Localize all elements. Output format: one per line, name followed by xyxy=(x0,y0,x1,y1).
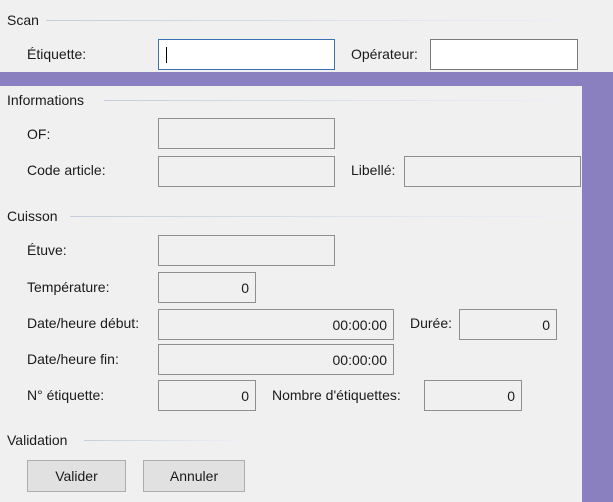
scan-panel: Scan Étiquette: Opérateur: xyxy=(0,0,613,72)
scan-section-divider xyxy=(46,20,598,21)
text-caret xyxy=(166,46,167,63)
code-article-field xyxy=(158,156,335,187)
operateur-label: Opérateur: xyxy=(351,46,418,62)
scan-section-title: Scan xyxy=(7,12,39,28)
cuisson-section-title: Cuisson xyxy=(7,208,58,224)
of-label: OF: xyxy=(27,126,51,142)
of-field xyxy=(158,118,335,149)
temperature-field: 0 xyxy=(158,272,256,303)
operateur-input[interactable] xyxy=(430,39,578,70)
date-debut-field: 00:00:00 xyxy=(158,309,394,340)
num-etiquette-field: 0 xyxy=(158,380,256,411)
informations-section-title: Informations xyxy=(7,92,85,108)
etuve-label: Étuve: xyxy=(27,242,67,258)
informations-section-divider xyxy=(104,100,582,101)
validation-section-divider xyxy=(84,440,244,441)
duree-label: Durée: xyxy=(410,315,453,331)
libelle-label: Libellé: xyxy=(351,162,396,178)
date-debut-label: Date/heure début: xyxy=(27,315,140,331)
code-article-label: Code article: xyxy=(27,162,106,178)
etiquette-label: Étiquette: xyxy=(27,46,87,62)
annuler-button[interactable]: Annuler xyxy=(143,460,245,492)
valider-button[interactable]: Valider xyxy=(27,460,126,492)
libelle-field xyxy=(404,156,581,187)
temperature-label: Température: xyxy=(27,279,110,295)
cuisson-section-divider xyxy=(70,216,582,217)
duree-field: 0 xyxy=(459,309,557,340)
main-panel: Informations OF: Code article: Libellé: … xyxy=(0,86,582,502)
nombre-etiquettes-field: 0 xyxy=(424,380,522,411)
num-etiquette-label: N° étiquette: xyxy=(27,387,105,403)
etuve-field xyxy=(158,235,335,266)
date-fin-field: 00:00:00 xyxy=(158,344,394,375)
validation-section-title: Validation xyxy=(7,432,68,448)
etiquette-input[interactable] xyxy=(158,39,335,70)
date-fin-label: Date/heure fin: xyxy=(27,351,119,367)
nombre-etiquettes-label: Nombre d'étiquettes: xyxy=(272,387,401,403)
